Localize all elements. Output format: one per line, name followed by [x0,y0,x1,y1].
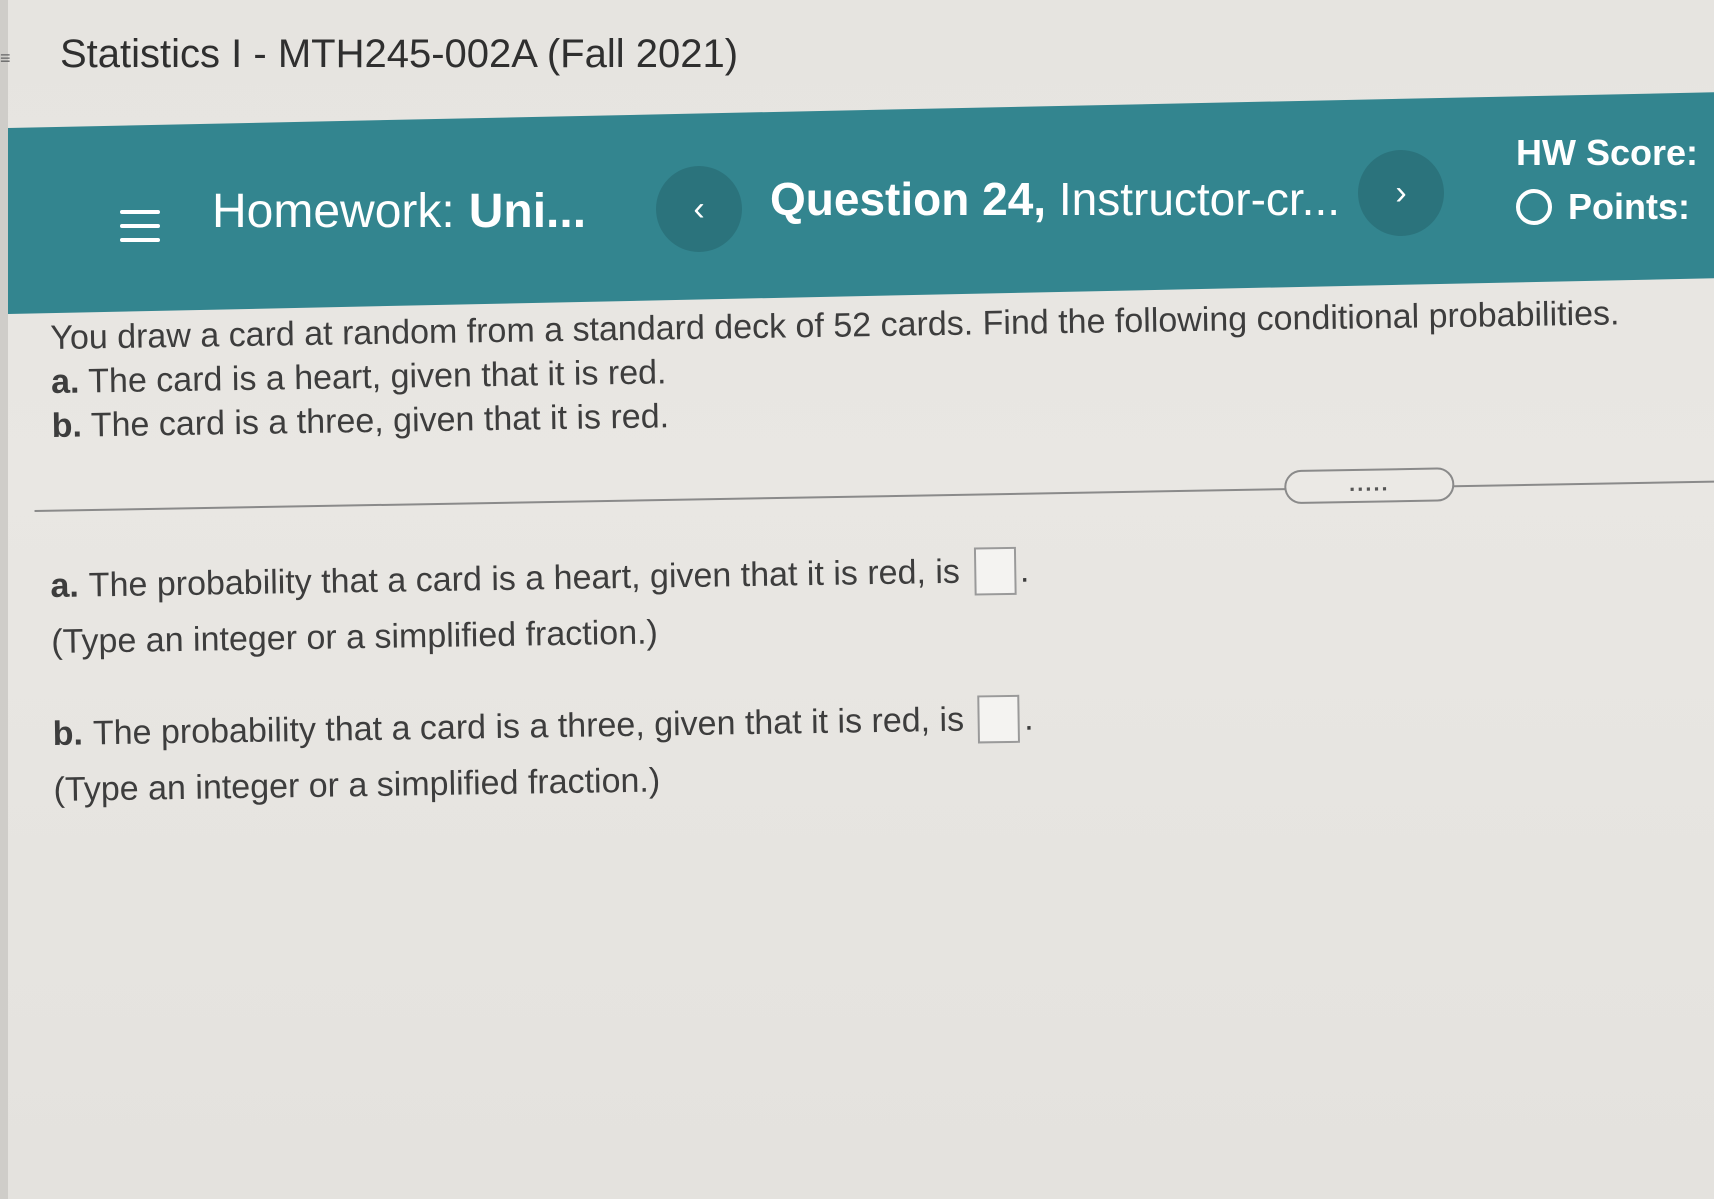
answer-line: a. The probability that a card is a hear… [50,540,1351,612]
section-divider: ..... [34,451,1714,540]
answer-period: . [1023,699,1034,738]
hw-score-label: HW Score: [1516,132,1699,173]
points-row: Points: [1516,186,1698,228]
answer-hint: (Type an integer or a simplified fractio… [50,613,659,661]
divider-line [34,480,1714,512]
course-title: Statistics I - MTH245-002A (Fall 2021) [60,32,739,76]
previous-question-button[interactable]: ‹ [656,166,742,252]
problem-statement: You draw a card at random from a standar… [50,290,1692,448]
hamburger-menu-icon[interactable] [120,208,160,244]
answer-period: . [1019,551,1030,590]
question-title[interactable]: Question 24, Instructor-cr... [770,172,1340,226]
answer-letter: b. [52,714,84,753]
homework-name: Uni... [468,185,587,238]
part-text: The card is a heart, given that it is re… [87,353,667,401]
part-text: The card is a three, given that it is re… [90,397,670,445]
chevron-left-icon: ‹ [693,189,705,228]
page: ≡ Statistics I - MTH245-002A (Fall 2021)… [0,0,1714,1199]
expand-ellipsis-button[interactable]: ..... [1284,467,1455,505]
edge-menu-icon[interactable]: ≡ [0,48,11,69]
chevron-right-icon: › [1395,173,1407,212]
score-box: HW Score: Points: [1516,132,1698,228]
answer-b: b. The probability that a card is a thre… [52,688,1353,812]
nav-content: Homework: Uni... ‹ Question 24, Instructo… [8,128,1714,314]
answer-b-input[interactable] [977,694,1021,744]
answer-text: The probability that a card is a three, … [92,700,965,752]
question-name: Instructor-cr... [1058,173,1341,225]
answer-a-input[interactable] [973,546,1017,596]
next-question-button[interactable]: › [1358,150,1444,236]
answer-section: a. The probability that a card is a hear… [50,540,1354,856]
answer-text: The probability that a card is a heart, … [88,552,961,604]
question-number: Question 24, [770,173,1047,225]
points-status-circle-icon [1516,189,1552,225]
answer-line: b. The probability that a card is a thre… [52,688,1353,760]
part-letter: a. [50,362,80,401]
answer-letter: a. [50,566,80,605]
answer-hint: (Type an integer or a simplified fractio… [53,761,661,809]
homework-title[interactable]: Homework: Uni... [212,184,586,239]
answer-a: a. The probability that a card is a hear… [50,540,1351,664]
part-letter: b. [51,406,83,445]
points-label: Points: [1568,186,1690,227]
window-left-edge [0,0,8,1199]
homework-prefix: Homework: [212,185,455,238]
